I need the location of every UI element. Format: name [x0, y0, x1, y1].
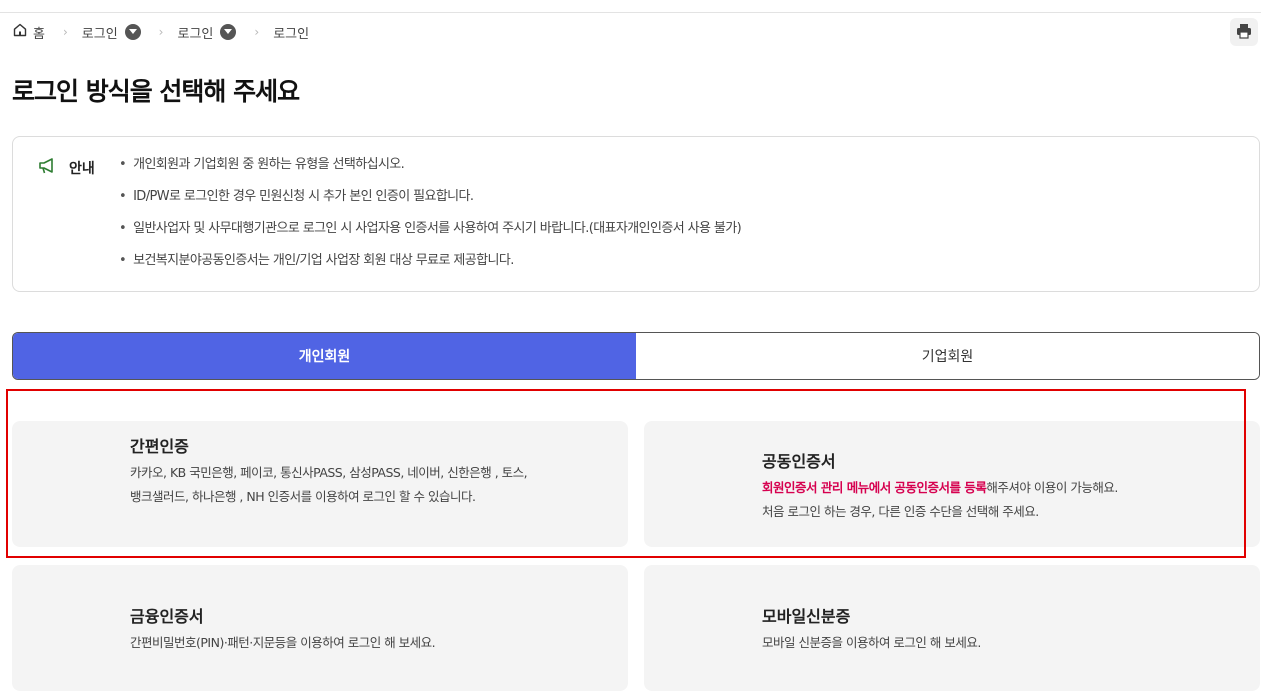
breadcrumb-item-label: 로그인 [81, 26, 118, 42]
card-description: 모바일 신분증을 이용하여 로그인 해 보세요. [762, 631, 981, 655]
highlight-box [6, 389, 1246, 558]
member-type-tabs: 개인회원 기업회원 [12, 332, 1260, 380]
card-description: 간편비밀번호(PIN)·패턴·지문등을 이용하여 로그인 해 보세요. [130, 631, 436, 655]
breadcrumb-item-3: 로그인 [273, 23, 309, 42]
notice-item: 일반사업자 및 사무대행기관으로 로그인 시 사업자용 인증서를 사용하여 주시… [119, 219, 742, 251]
card-title: 금융인증서 [130, 607, 204, 626]
notice-item: ID/PW로 로그인한 경우 민원신청 시 추가 본인 인증이 필요합니다. [119, 187, 741, 219]
chevron-right-icon: › [62, 25, 68, 39]
breadcrumb-item-label: 로그인 [177, 26, 214, 42]
notice-list: 개인회원과 기업회원 중 원하는 유형을 선택하십시오. ID/PW로 로그인한… [119, 155, 742, 283]
breadcrumb-home[interactable]: 홈 [12, 22, 45, 42]
megaphone-icon [37, 157, 59, 179]
card-desc-line: 간편비밀번호(PIN)·패턴·지문등을 이용하여 로그인 해 보세요. [130, 635, 436, 650]
chevron-down-icon[interactable] [220, 24, 237, 40]
home-icon [12, 22, 28, 42]
breadcrumb-item-label: 로그인 [273, 26, 310, 42]
chevron-right-icon: › [254, 25, 260, 39]
print-button[interactable] [1230, 18, 1258, 46]
notice-header: 안내 [37, 157, 95, 179]
financial-certificate-card[interactable]: 금융인증서 간편비밀번호(PIN)·패턴·지문등을 이용하여 로그인 해 보세요… [12, 565, 628, 691]
mobile-id-card[interactable]: 모바일신분증 모바일 신분증을 이용하여 로그인 해 보세요. [644, 565, 1260, 691]
tab-personal[interactable]: 개인회원 [13, 333, 636, 379]
chevron-down-icon[interactable] [124, 24, 141, 40]
top-divider [0, 12, 1261, 13]
tab-business[interactable]: 기업회원 [636, 333, 1259, 379]
card-title: 모바일신분증 [762, 607, 851, 626]
breadcrumb-item-1[interactable]: 로그인 [82, 23, 141, 42]
notice-box: 안내 개인회원과 기업회원 중 원하는 유형을 선택하십시오. ID/PW로 로… [12, 136, 1260, 292]
chevron-right-icon: › [158, 25, 164, 39]
notice-item: 개인회원과 기업회원 중 원하는 유형을 선택하십시오. [119, 155, 741, 187]
breadcrumb-item-2[interactable]: 로그인 [177, 23, 237, 42]
breadcrumb: 홈 › 로그인 › 로그인 › 로그인 [12, 22, 309, 42]
notice-title: 안내 [69, 161, 95, 177]
notice-item: 보건복지분야공동인증서는 개인/기업 사업장 회원 대상 무료로 제공합니다. [119, 251, 741, 283]
page-title: 로그인 방식을 선택해 주세요 [12, 77, 300, 106]
breadcrumb-home-label: 홈 [33, 26, 45, 42]
printer-icon [1235, 22, 1253, 43]
card-desc-line: 모바일 신분증을 이용하여 로그인 해 보세요. [762, 635, 981, 650]
